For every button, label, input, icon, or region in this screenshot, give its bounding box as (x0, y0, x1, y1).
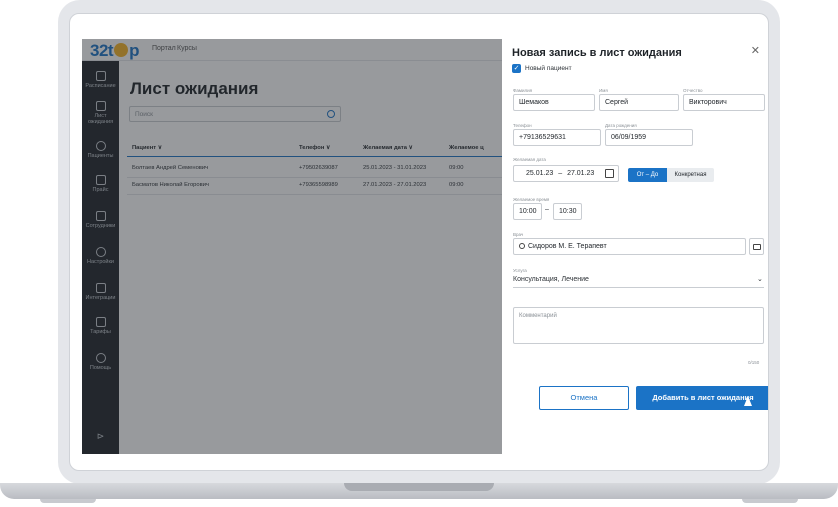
service-label: Услуга (513, 268, 527, 273)
comment-textarea[interactable]: Комментарий (513, 307, 764, 344)
last-name-label: Фамилия (513, 88, 533, 93)
app: 32t p Портал Курсы Расписание Лист ожидан… (82, 39, 768, 454)
laptop-foot (40, 499, 96, 503)
middle-name-field[interactable]: Викторович (683, 94, 765, 111)
modal-overlay[interactable] (82, 39, 502, 454)
doctor-label: Врач (513, 232, 524, 237)
first-name-field[interactable]: Сергей (599, 94, 679, 111)
chevron-down-icon[interactable]: ⌄ (757, 275, 763, 283)
date-to: 27.01.23 (567, 170, 595, 177)
date-range-field[interactable]: 25.01.23 – 27.01.23 (513, 165, 619, 182)
time-from-field[interactable]: 10:00 (513, 203, 542, 220)
service-select[interactable]: Консультация, Лечение (513, 276, 589, 283)
phone-field[interactable]: +79136529631 (513, 129, 601, 146)
new-patient-checkbox[interactable]: ✓ (512, 64, 521, 73)
folder-icon (753, 244, 761, 250)
new-patient-label: Новый пациент (525, 65, 572, 72)
laptop-foot (742, 499, 798, 503)
calendar-icon[interactable] (605, 169, 614, 178)
hand-cursor-icon (744, 396, 752, 406)
laptop-notch (344, 483, 494, 491)
time-dash: – (545, 206, 549, 213)
close-icon[interactable]: ✕ (751, 44, 760, 57)
date-dash: – (558, 170, 563, 177)
last-name-field[interactable]: Шемаков (513, 94, 595, 111)
date-from: 25.01.23 (526, 170, 554, 177)
segment-specific[interactable]: Конкретная (667, 168, 714, 182)
dialog-title: Новая запись в лист ожидания (512, 47, 682, 59)
comment-counter: 0/150 (748, 360, 760, 365)
time-to-field[interactable]: 10:30 (553, 203, 582, 220)
cancel-button[interactable]: Отмена (539, 386, 629, 410)
waitlist-dialog: Новая запись в лист ожидания ✕ ✓ Новый п… (502, 39, 768, 454)
folder-button[interactable] (749, 238, 764, 255)
birth-date-label: Дата рождения (605, 123, 637, 128)
service-underline (513, 287, 764, 288)
desired-date-label: Желаемая дата (513, 157, 546, 162)
middle-name-label: Отчество (683, 88, 703, 93)
segment-range[interactable]: От – До (628, 168, 667, 182)
doctor-field[interactable]: Сидоров М. Е. Терапевт (513, 238, 746, 255)
phone-label: Телефон (513, 123, 532, 128)
birth-date-field[interactable]: 06/09/1959 (605, 129, 693, 146)
search-icon (519, 243, 525, 249)
first-name-label: Имя (599, 88, 608, 93)
laptop-screen: 32t p Портал Курсы Расписание Лист ожидан… (69, 13, 769, 471)
desired-time-label: Желаемое время (513, 197, 550, 202)
